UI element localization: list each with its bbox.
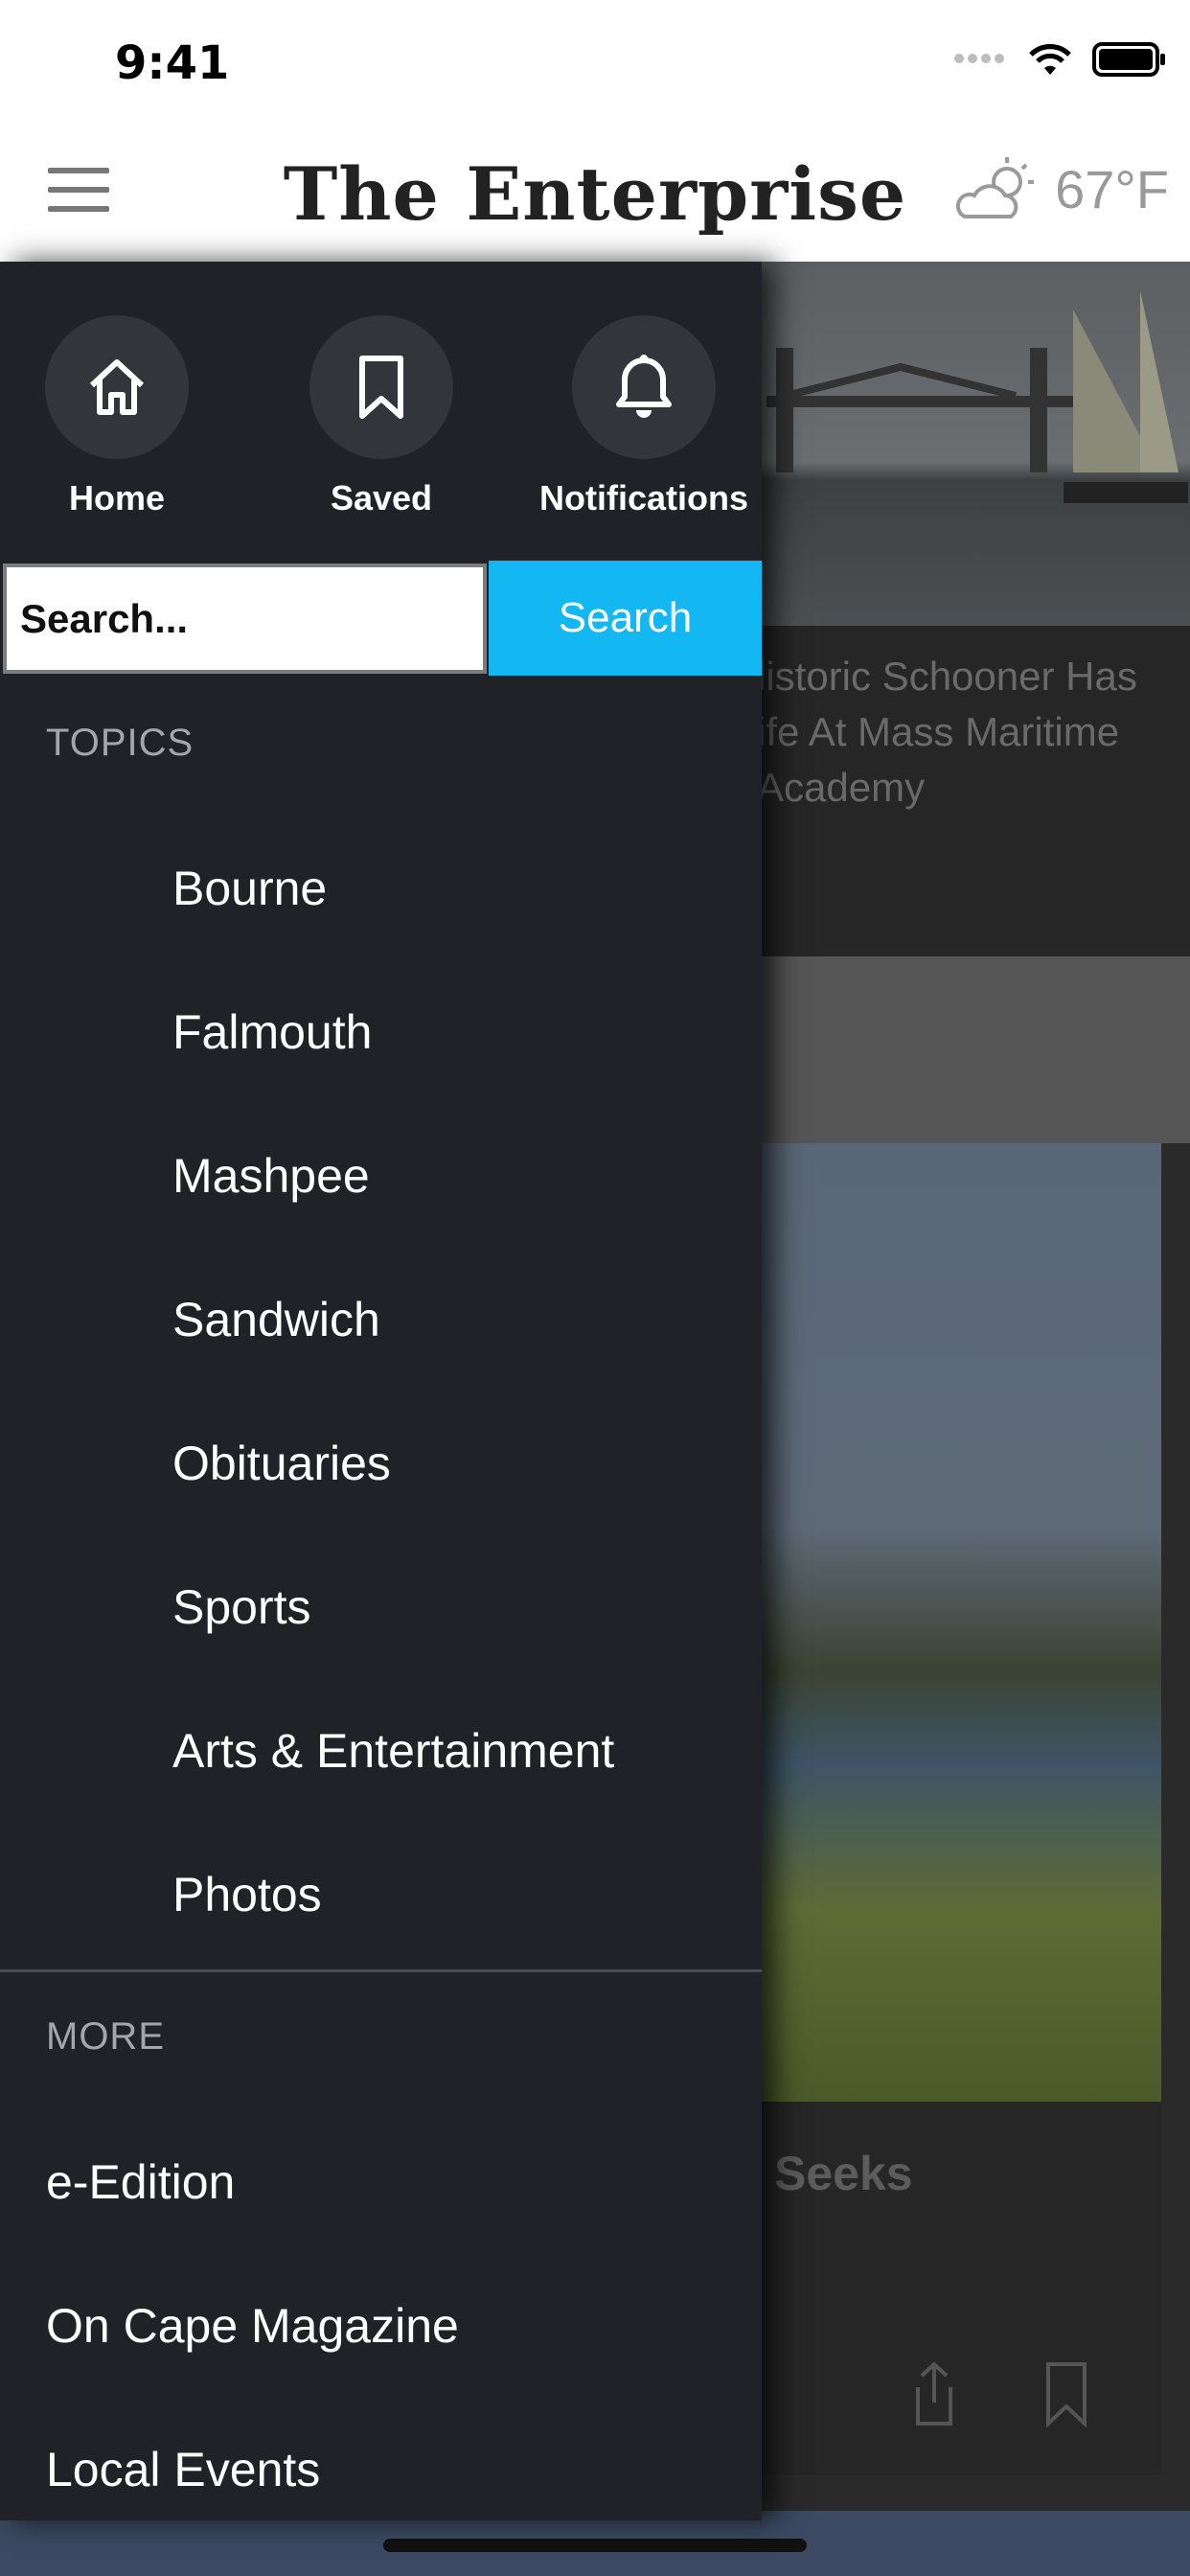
search-button[interactable]: Search (489, 561, 762, 676)
section-divider (0, 1969, 762, 1972)
quick-link-notifications[interactable]: Notifications (529, 315, 759, 518)
story-1-title: listoric Schooner Has ife At Mass Mariti… (757, 654, 1137, 810)
topic-sandwich[interactable]: Sandwich (172, 1292, 380, 1347)
share-icon[interactable] (910, 2360, 958, 2427)
app-header: The Enterprise 67°F (0, 125, 1190, 262)
topic-mashpee[interactable]: Mashpee (172, 1148, 370, 1204)
signal-icon (954, 51, 1008, 68)
topic-photos[interactable]: Photos (172, 1867, 322, 1922)
quick-link-home[interactable]: Home (2, 315, 232, 518)
home-indicator[interactable] (383, 2539, 807, 2552)
more-local-events[interactable]: Local Events (46, 2442, 320, 2497)
quick-link-label: Saved (330, 478, 433, 518)
topics-heading: TOPICS (46, 722, 195, 764)
bookmark-icon (309, 315, 453, 459)
schooner-illustration (767, 290, 1188, 503)
partly-cloudy-icon (956, 157, 1035, 218)
bookmark-icon[interactable] (1042, 2360, 1090, 2427)
topic-arts-entertainment[interactable]: Arts & Entertainment (172, 1723, 614, 1779)
story-photo-park[interactable] (757, 1143, 1161, 2102)
status-bar: 9:41 (0, 0, 1190, 125)
wifi-icon (1029, 44, 1071, 75)
status-icons (954, 42, 1167, 77)
status-time: 9:41 (115, 36, 230, 90)
topic-sports[interactable]: Sports (172, 1579, 311, 1635)
quick-link-saved[interactable]: Saved (266, 315, 496, 518)
more-e-edition[interactable]: e-Edition (46, 2154, 235, 2210)
bell-icon (572, 315, 716, 459)
topic-bourne[interactable]: Bourne (172, 861, 327, 916)
story-card-1[interactable]: listoric Schooner Has ife At Mass Mariti… (757, 626, 1190, 956)
story-photo-schooner[interactable] (757, 262, 1190, 626)
home-icon (45, 315, 189, 459)
feed-separator (757, 956, 1190, 1143)
more-heading: MORE (46, 2015, 165, 2058)
story-card-2[interactable]: Seeks (757, 2102, 1161, 2475)
temperature: 67°F (1055, 158, 1169, 219)
search-bar: Search (0, 561, 762, 676)
more-on-cape-magazine[interactable]: On Cape Magazine (46, 2298, 459, 2354)
weather-widget[interactable]: 67°F (953, 155, 1169, 222)
quick-link-label: Notifications (538, 478, 748, 518)
story-2-title: Seeks (774, 2147, 913, 2200)
topic-falmouth[interactable]: Falmouth (172, 1004, 372, 1060)
topic-obituaries[interactable]: Obituaries (172, 1436, 391, 1491)
side-drawer: Home Saved Notifications Search TOPICS B… (0, 262, 762, 2520)
quick-link-label: Home (68, 478, 166, 518)
search-input[interactable] (3, 564, 487, 674)
battery-icon (1092, 42, 1165, 77)
